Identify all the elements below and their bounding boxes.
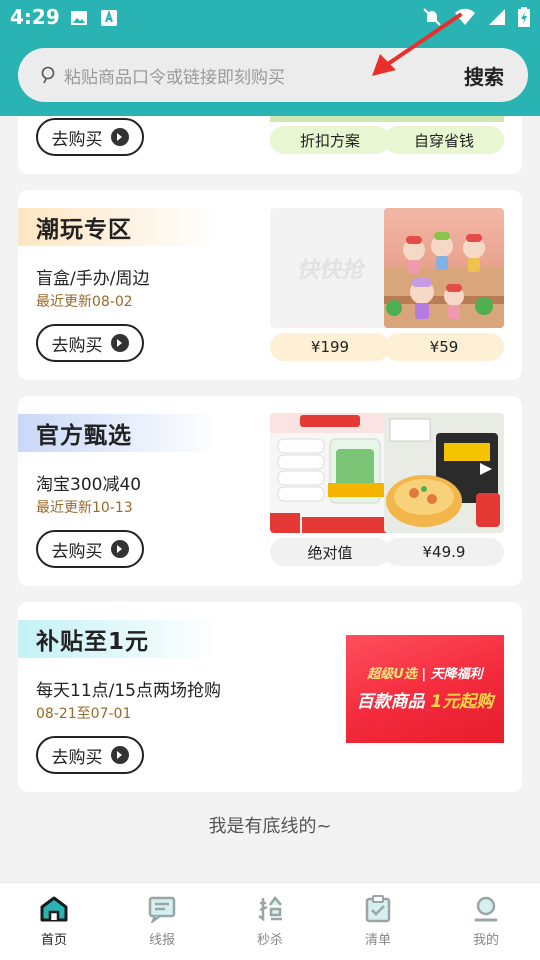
product-image-tissue[interactable]: [270, 413, 390, 533]
nav-home[interactable]: 首页: [0, 883, 108, 960]
tissue-product-image: [270, 413, 390, 533]
message-icon: [147, 895, 177, 923]
card-subsidy[interactable]: 补贴至1元 每天11点/15点两场抢购 08-21至07-01 去购买 超级U选…: [18, 602, 522, 792]
price-pill[interactable]: ¥59: [384, 333, 504, 361]
nav-label: 秒杀: [256, 933, 283, 948]
product-image-placeholder[interactable]: 快快抢: [270, 208, 390, 328]
nav-label: 我的: [472, 933, 499, 948]
buy-button[interactable]: 去购买: [36, 530, 144, 568]
product-image-noodles[interactable]: [384, 413, 504, 533]
card-discount: 去购买 折扣方案 自穿省钱: [18, 116, 522, 174]
nav-label: 首页: [40, 933, 67, 948]
nav-label: 线报: [148, 933, 175, 948]
card-date: 最近更新10-13: [36, 500, 133, 516]
banner-line1: 超级U选 | 天降福利: [346, 663, 504, 682]
arrow-right-icon: [110, 540, 129, 558]
arrow-right-icon: [110, 334, 129, 352]
bottom-nav: 首页 线报 秒杀 清单 我的: [0, 882, 540, 960]
search-icon: [41, 66, 55, 84]
gallery-notification-icon: [70, 9, 88, 27]
nav-list[interactable]: 清单: [324, 883, 432, 960]
banner-text-price: 1元起购: [430, 692, 494, 712]
status-time: 4:29: [10, 5, 60, 29]
home-icon: [39, 895, 69, 923]
card-subtitle: 每天11点/15点两场抢购: [36, 681, 221, 701]
noodle-product-image: [384, 413, 504, 533]
buy-button[interactable]: 去购买: [36, 324, 144, 362]
search-button[interactable]: 搜索: [464, 61, 504, 90]
nav-label: 清单: [364, 933, 391, 948]
pill-discount-plan[interactable]: 折扣方案: [270, 126, 390, 154]
placeholder-logo: 快快抢: [296, 258, 363, 283]
buy-button-label: 去购买: [51, 747, 103, 768]
thumb-discount-1: [270, 116, 390, 122]
nav-news[interactable]: 线报: [108, 883, 216, 960]
buy-button-label: 去购买: [51, 335, 103, 356]
card-subtitle: 盲盒/手办/周边: [36, 269, 150, 289]
buy-button[interactable]: 去购买: [36, 118, 144, 156]
card-date: 08-21至07-01: [36, 706, 132, 722]
buy-button-label: 去购买: [51, 541, 103, 562]
nav-flash-sale[interactable]: 秒杀: [216, 883, 324, 960]
banner-text-welfare: 天降福利: [430, 667, 483, 682]
card-date: 最近更新08-02: [36, 294, 133, 310]
card-title: 官方甄选: [36, 423, 132, 449]
thumb-discount-2: [384, 116, 504, 122]
end-of-list-text: 我是有底线的~: [208, 816, 332, 837]
grab-icon: [255, 895, 285, 923]
card-subtitle: 淘宝300减40: [36, 475, 142, 495]
arrow-right-icon: [110, 128, 129, 146]
card-title: 潮玩专区: [36, 217, 132, 243]
card-title: 补贴至1元: [36, 629, 150, 655]
arrow-right-icon: [110, 746, 129, 764]
promo-banner[interactable]: 超级U选 | 天降福利 百款商品 1元起购: [346, 635, 504, 743]
app-notification-icon: [100, 9, 118, 27]
buy-button[interactable]: 去购买: [36, 736, 144, 774]
toy-figures-image: [384, 232, 504, 328]
checklist-icon: [363, 895, 393, 923]
annotation-arrow-icon: [372, 13, 462, 76]
card-trendy-toys[interactable]: 潮玩专区 盲盒/手办/周边 最近更新08-02 去购买 快快抢 ¥199 ¥59: [18, 190, 522, 380]
banner-line2: 百款商品 1元起购: [346, 687, 504, 712]
banner-divider: |: [421, 667, 431, 682]
price-pill[interactable]: ¥49.9: [384, 538, 504, 566]
pill-self-wear[interactable]: 自穿省钱: [384, 126, 504, 154]
profile-icon: [471, 895, 501, 923]
battery-icon: [518, 7, 530, 27]
banner-text-super-u: 超级U选: [367, 667, 417, 682]
banner-text-products: 百款商品: [356, 692, 425, 712]
buy-button-label: 去购买: [51, 129, 103, 150]
tag-pill[interactable]: 绝对值: [270, 538, 390, 566]
card-official-selection[interactable]: 官方甄选 淘宝300减40 最近更新10-13 去购买 绝对值 ¥49.9: [18, 396, 522, 586]
signal-icon: [488, 8, 506, 26]
nav-profile[interactable]: 我的: [432, 883, 540, 960]
product-image-toys[interactable]: [384, 208, 504, 328]
price-pill[interactable]: ¥199: [270, 333, 390, 361]
